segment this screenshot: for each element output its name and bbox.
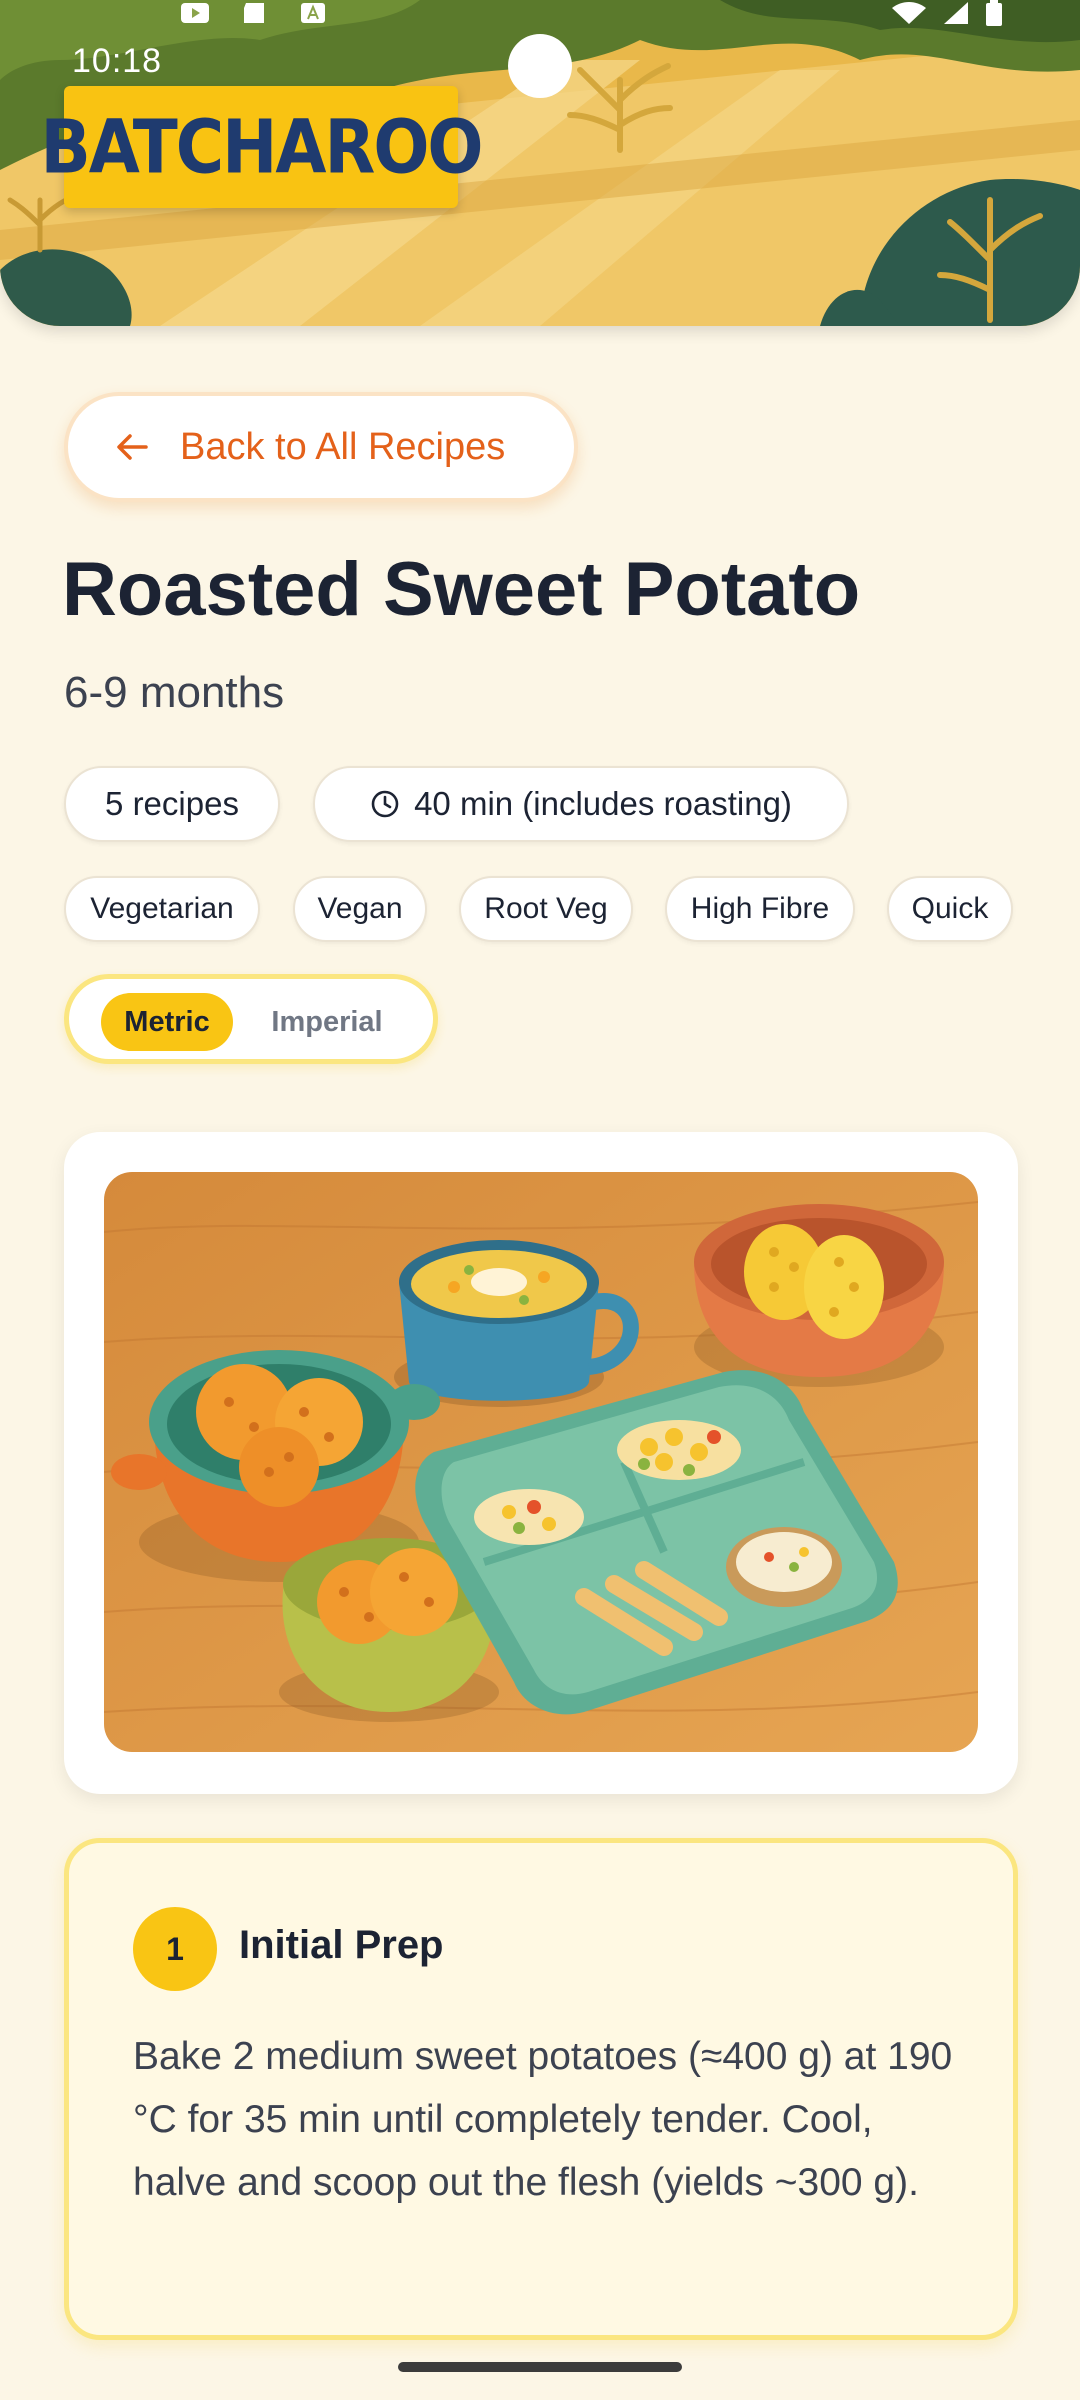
tag-label: Quick: [911, 892, 989, 925]
metric-label: Metric: [124, 1005, 210, 1038]
age-range: 6-9 months: [64, 668, 285, 717]
status-time: 10:18: [72, 42, 163, 80]
wifi-icon: [892, 2, 926, 24]
batcharoo-logo[interactable]: BATCHAROO: [40, 86, 484, 208]
metric-option[interactable]: Metric: [101, 993, 233, 1051]
recipes-count-label: 5 recipes: [105, 785, 239, 822]
recipes-count-badge: 5 recipes: [64, 766, 280, 842]
food-illustration: [104, 1172, 978, 1752]
tag-high-fibre: High Fibre: [665, 876, 855, 942]
step-number-badge: 1: [133, 1907, 217, 1991]
step-number: 1: [166, 1930, 184, 1967]
sd-card-icon: [244, 3, 264, 23]
header-banner: 10:18 BATCHAROO: [0, 0, 1080, 326]
tag-vegetarian: Vegetarian: [64, 876, 260, 942]
recipe-image-card: [64, 1132, 1018, 1794]
tag-label: Vegetarian: [90, 892, 234, 925]
units-toggle: Metric Imperial: [64, 974, 438, 1064]
tag-label: Vegan: [317, 892, 403, 925]
tag-root-veg: Root Veg: [459, 876, 633, 942]
home-indicator[interactable]: [398, 2362, 682, 2372]
recipe-title: Roasted Sweet Potato: [62, 547, 861, 632]
signal-icon: [944, 2, 968, 24]
tag-label: High Fibre: [690, 892, 830, 925]
recipe-detail-screen: 10:18 BATCHAROO Back to All Recipes Roas…: [0, 0, 1080, 2400]
step-title: Initial Prep: [239, 1923, 444, 1967]
clock-icon: [371, 790, 399, 818]
camera-cutout: [508, 34, 572, 98]
imperial-option[interactable]: Imperial: [257, 993, 397, 1051]
imperial-label: Imperial: [271, 1005, 383, 1038]
battery-icon: [986, 0, 1002, 26]
back-button-label: Back to All Recipes: [180, 425, 506, 468]
arrow-left-icon: [117, 434, 148, 460]
step-instructions: Bake 2 medium sweet potatoes (≈400 g) at…: [133, 2035, 953, 2204]
recipe-photo: [104, 1172, 978, 1752]
logo-text: BATCHAROO: [40, 103, 483, 191]
back-to-recipes-button[interactable]: Back to All Recipes: [64, 392, 578, 502]
font-notification-icon: [301, 3, 325, 23]
step-card: 1 Initial Prep Bake 2 medium sweet potat…: [64, 1838, 1018, 2340]
tag-vegan: Vegan: [293, 876, 427, 942]
tag-label: Root Veg: [484, 892, 608, 925]
time-badge: 40 min (includes roasting): [313, 766, 849, 842]
tag-quick: Quick: [887, 876, 1013, 942]
play-notification-icon: [181, 3, 209, 23]
time-label: 40 min (includes roasting): [414, 785, 792, 822]
